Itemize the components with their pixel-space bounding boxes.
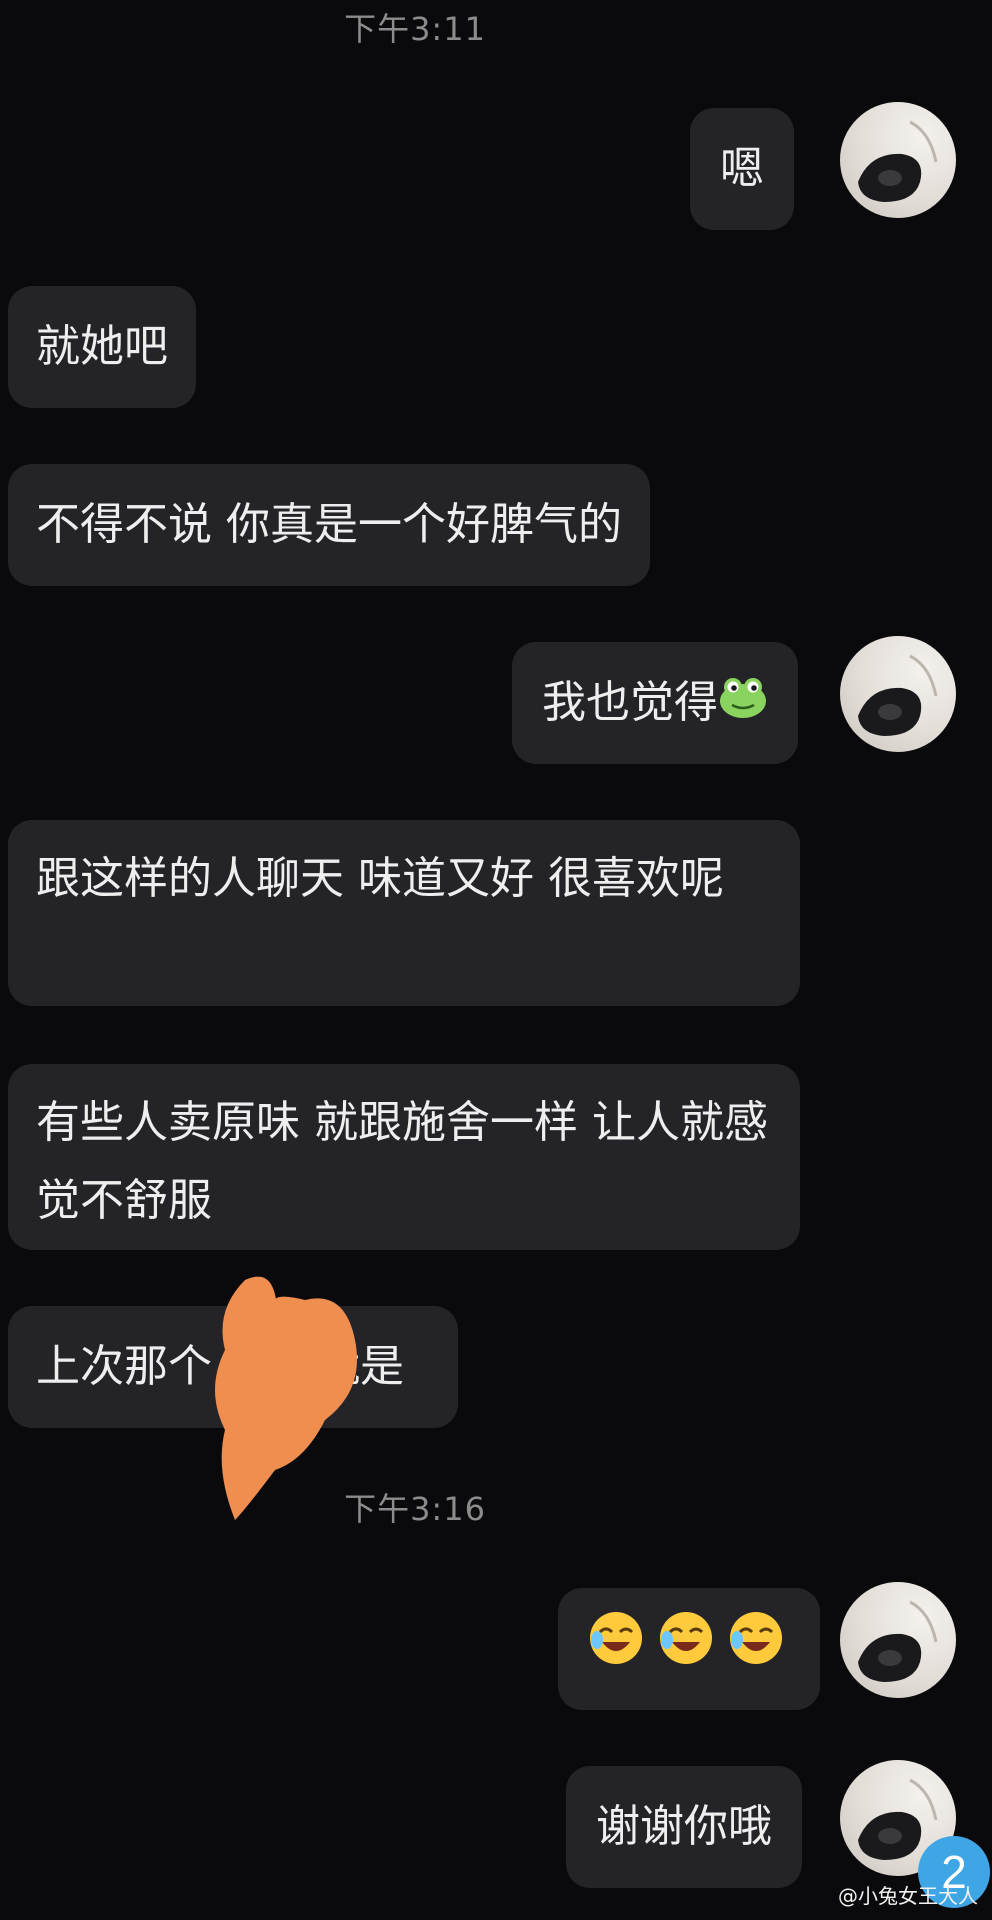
message-bubble-sent[interactable] (558, 1588, 820, 1710)
avatar[interactable] (840, 102, 956, 218)
message-bubble-sent[interactable]: 谢谢你哦 (566, 1766, 802, 1888)
avatar[interactable] (840, 1582, 956, 1698)
message-text: 有些人卖原味 就跟施舍一样 让人就感觉不舒服 (36, 1097, 768, 1226)
message-bubble-received[interactable]: 不得不说 你真是一个好脾气的 (8, 464, 650, 586)
message-bubble-sent[interactable]: 嗯 (690, 108, 794, 230)
message-bubble-received[interactable]: 就她吧 (8, 286, 196, 408)
message-text: 我也觉得 (542, 677, 718, 728)
frog-face-emoji (718, 644, 768, 766)
message-text: 嗯 (720, 143, 764, 194)
avatar[interactable] (840, 636, 956, 752)
message-bubble-sent[interactable]: 我也觉得 (512, 642, 798, 764)
message-text: 就她吧 (36, 321, 168, 372)
tears-of-joy-emoji (588, 1610, 644, 1689)
message-bubble-received[interactable]: 有些人卖原味 就跟施舍一样 让人就感觉不舒服 (8, 1064, 800, 1250)
message-text: 跟这样的人聊天 味道又好 很喜欢呢 (36, 853, 724, 904)
timestamp: 下午3:16 (344, 1490, 486, 1528)
message-text: 上次那个 (36, 1341, 212, 1392)
timestamp: 下午3:11 (344, 10, 486, 48)
watermark: @小兔女王大人 (838, 1884, 978, 1908)
message-bubble-received[interactable]: 跟这样的人聊天 味道又好 很喜欢呢 (8, 820, 800, 1006)
tears-of-joy-emoji (658, 1610, 714, 1689)
message-text: 不得不说 你真是一个好脾气的 (36, 499, 622, 550)
message-text: 谢谢你哦 (596, 1801, 772, 1852)
message-text: 就是 (316, 1341, 404, 1392)
tears-of-joy-emoji (728, 1610, 784, 1689)
message-bubble-received[interactable]: 上次那个 就是 (8, 1306, 458, 1428)
